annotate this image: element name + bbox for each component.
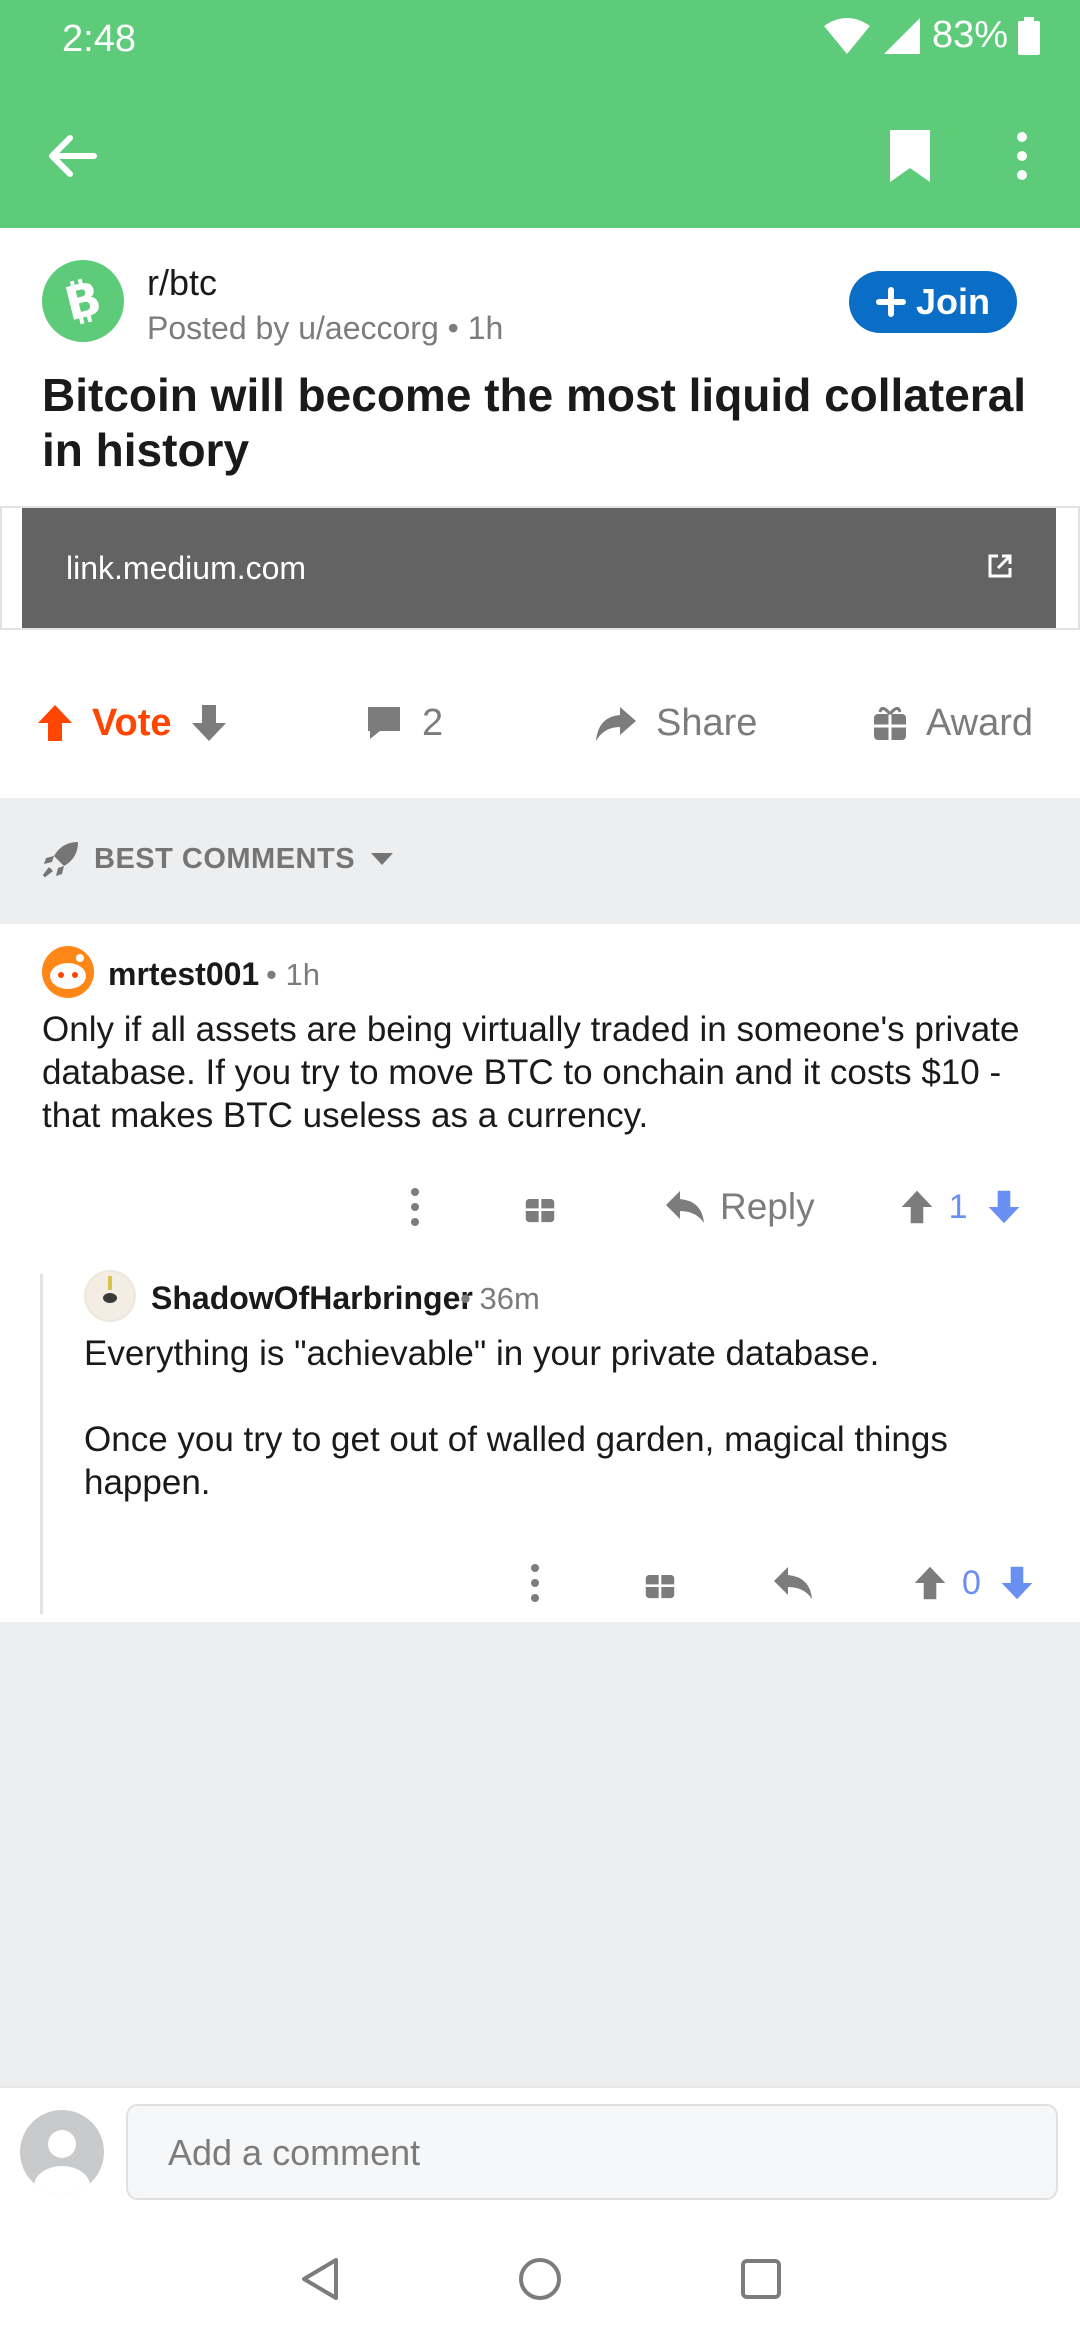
more-vertical-icon (1017, 132, 1027, 180)
cellular-icon (883, 17, 920, 54)
user-placeholder-icon (34, 2130, 90, 2194)
sort-label: BEST COMMENTS (94, 842, 356, 875)
posted-by: Posted by u/aeccorg • 1h (147, 310, 504, 346)
post-card: B r/btc Posted by u/aeccorg • 1h Join Bi… (0, 228, 1080, 798)
gift-icon[interactable] (644, 1566, 676, 1600)
more-options-icon[interactable] (530, 1563, 540, 1603)
vote-group: Vote (36, 668, 228, 778)
status-time: 2:48 (62, 18, 136, 60)
link-url: link.medium.com (66, 550, 307, 586)
user-avatar-icon (86, 1272, 134, 1320)
award-label: Award (926, 701, 1034, 744)
thread-line (40, 1274, 43, 1614)
subreddit-avatar[interactable]: B (42, 260, 124, 342)
chevron-down-icon (371, 853, 394, 865)
avatar[interactable] (42, 946, 94, 998)
comment-paragraph: Once you try to get out of walled garden… (84, 1420, 948, 1502)
comment-body: Everything is "achievable" in your priva… (84, 1332, 1044, 1504)
nav-home-icon[interactable] (517, 2256, 563, 2302)
nav-recents-icon[interactable] (740, 2258, 782, 2300)
snoo-avatar-icon (50, 954, 86, 989)
back-button[interactable] (40, 124, 104, 188)
comment-score: 1 (948, 1187, 968, 1226)
more-options-icon[interactable] (410, 1187, 420, 1227)
comment-icon (368, 707, 400, 739)
battery-icon (1018, 16, 1040, 55)
subreddit-name[interactable]: r/btc (147, 262, 217, 304)
avatar[interactable] (20, 2110, 104, 2194)
join-label: Join (915, 281, 990, 322)
comment-actions: 0 (530, 1548, 1035, 1618)
comment-composer: Add a comment (0, 2086, 1080, 2216)
wifi-icon (823, 17, 870, 54)
reply-icon[interactable] (772, 1565, 814, 1601)
comment-time: • 1h (266, 957, 320, 992)
save-button[interactable] (880, 124, 940, 188)
downvote-icon[interactable] (986, 1189, 1022, 1225)
nav-back-icon[interactable] (298, 2256, 342, 2302)
avatar[interactable] (84, 1270, 136, 1322)
comment-author[interactable]: ShadowOfHarbringer (151, 1280, 473, 1317)
bitcoin-logo-icon: B (59, 273, 106, 329)
downvote-icon[interactable] (190, 703, 228, 743)
external-link-icon (988, 554, 1012, 578)
post-title: Bitcoin will become the most liquid coll… (42, 369, 1027, 476)
upvote-icon[interactable] (912, 1565, 948, 1601)
comment-paragraph: Everything is "achievable" in your priva… (84, 1334, 880, 1373)
gift-icon (874, 707, 906, 740)
share-label: Share (656, 701, 758, 744)
reply-icon[interactable] (664, 1189, 706, 1225)
comment-score: 0 (962, 1563, 981, 1602)
app-bar: 2:48 83% (0, 0, 1080, 228)
comment-time: • 36m (460, 1281, 540, 1316)
comment-actions: Reply 1 (410, 1172, 1022, 1242)
comment-body: Only if all assets are being virtually t… (42, 1010, 1020, 1135)
upvote-icon[interactable] (36, 703, 74, 743)
more-options-button[interactable] (1000, 124, 1044, 188)
comment-author[interactable]: mrtest001 (108, 956, 259, 993)
join-button[interactable]: Join (849, 271, 1017, 333)
system-nav-bar (0, 2216, 1080, 2340)
comments-section: mrtest001 • 1h Only if all assets are be… (0, 924, 1080, 1622)
comment-count: 2 (422, 701, 444, 744)
sort-dropdown[interactable]: BEST COMMENTS (42, 840, 395, 878)
status-bar: 2:48 83% (0, 0, 1080, 80)
share-icon (596, 707, 636, 741)
award-button[interactable]: Award (872, 668, 1033, 778)
comment-sort-bar: BEST COMMENTS (0, 798, 1080, 924)
toolbar (0, 80, 1080, 228)
post-actions: Vote 2 Share Award (0, 668, 1080, 778)
share-button[interactable]: Share (594, 668, 757, 778)
bookmark-icon (890, 130, 930, 182)
vote-label[interactable]: Vote (92, 702, 172, 745)
back-arrow-icon (49, 135, 97, 177)
plus-icon (875, 287, 906, 317)
gift-icon[interactable] (524, 1190, 556, 1224)
downvote-icon[interactable] (999, 1565, 1035, 1601)
battery-percent: 83% (931, 14, 1008, 56)
comment-input[interactable]: Add a comment (126, 2104, 1058, 2200)
comments-button[interactable]: 2 (364, 668, 443, 778)
upvote-icon[interactable] (899, 1189, 935, 1225)
rocket-icon (42, 842, 78, 878)
link-preview[interactable]: link.medium.com (22, 508, 1056, 628)
reply-label[interactable]: Reply (720, 1186, 815, 1228)
